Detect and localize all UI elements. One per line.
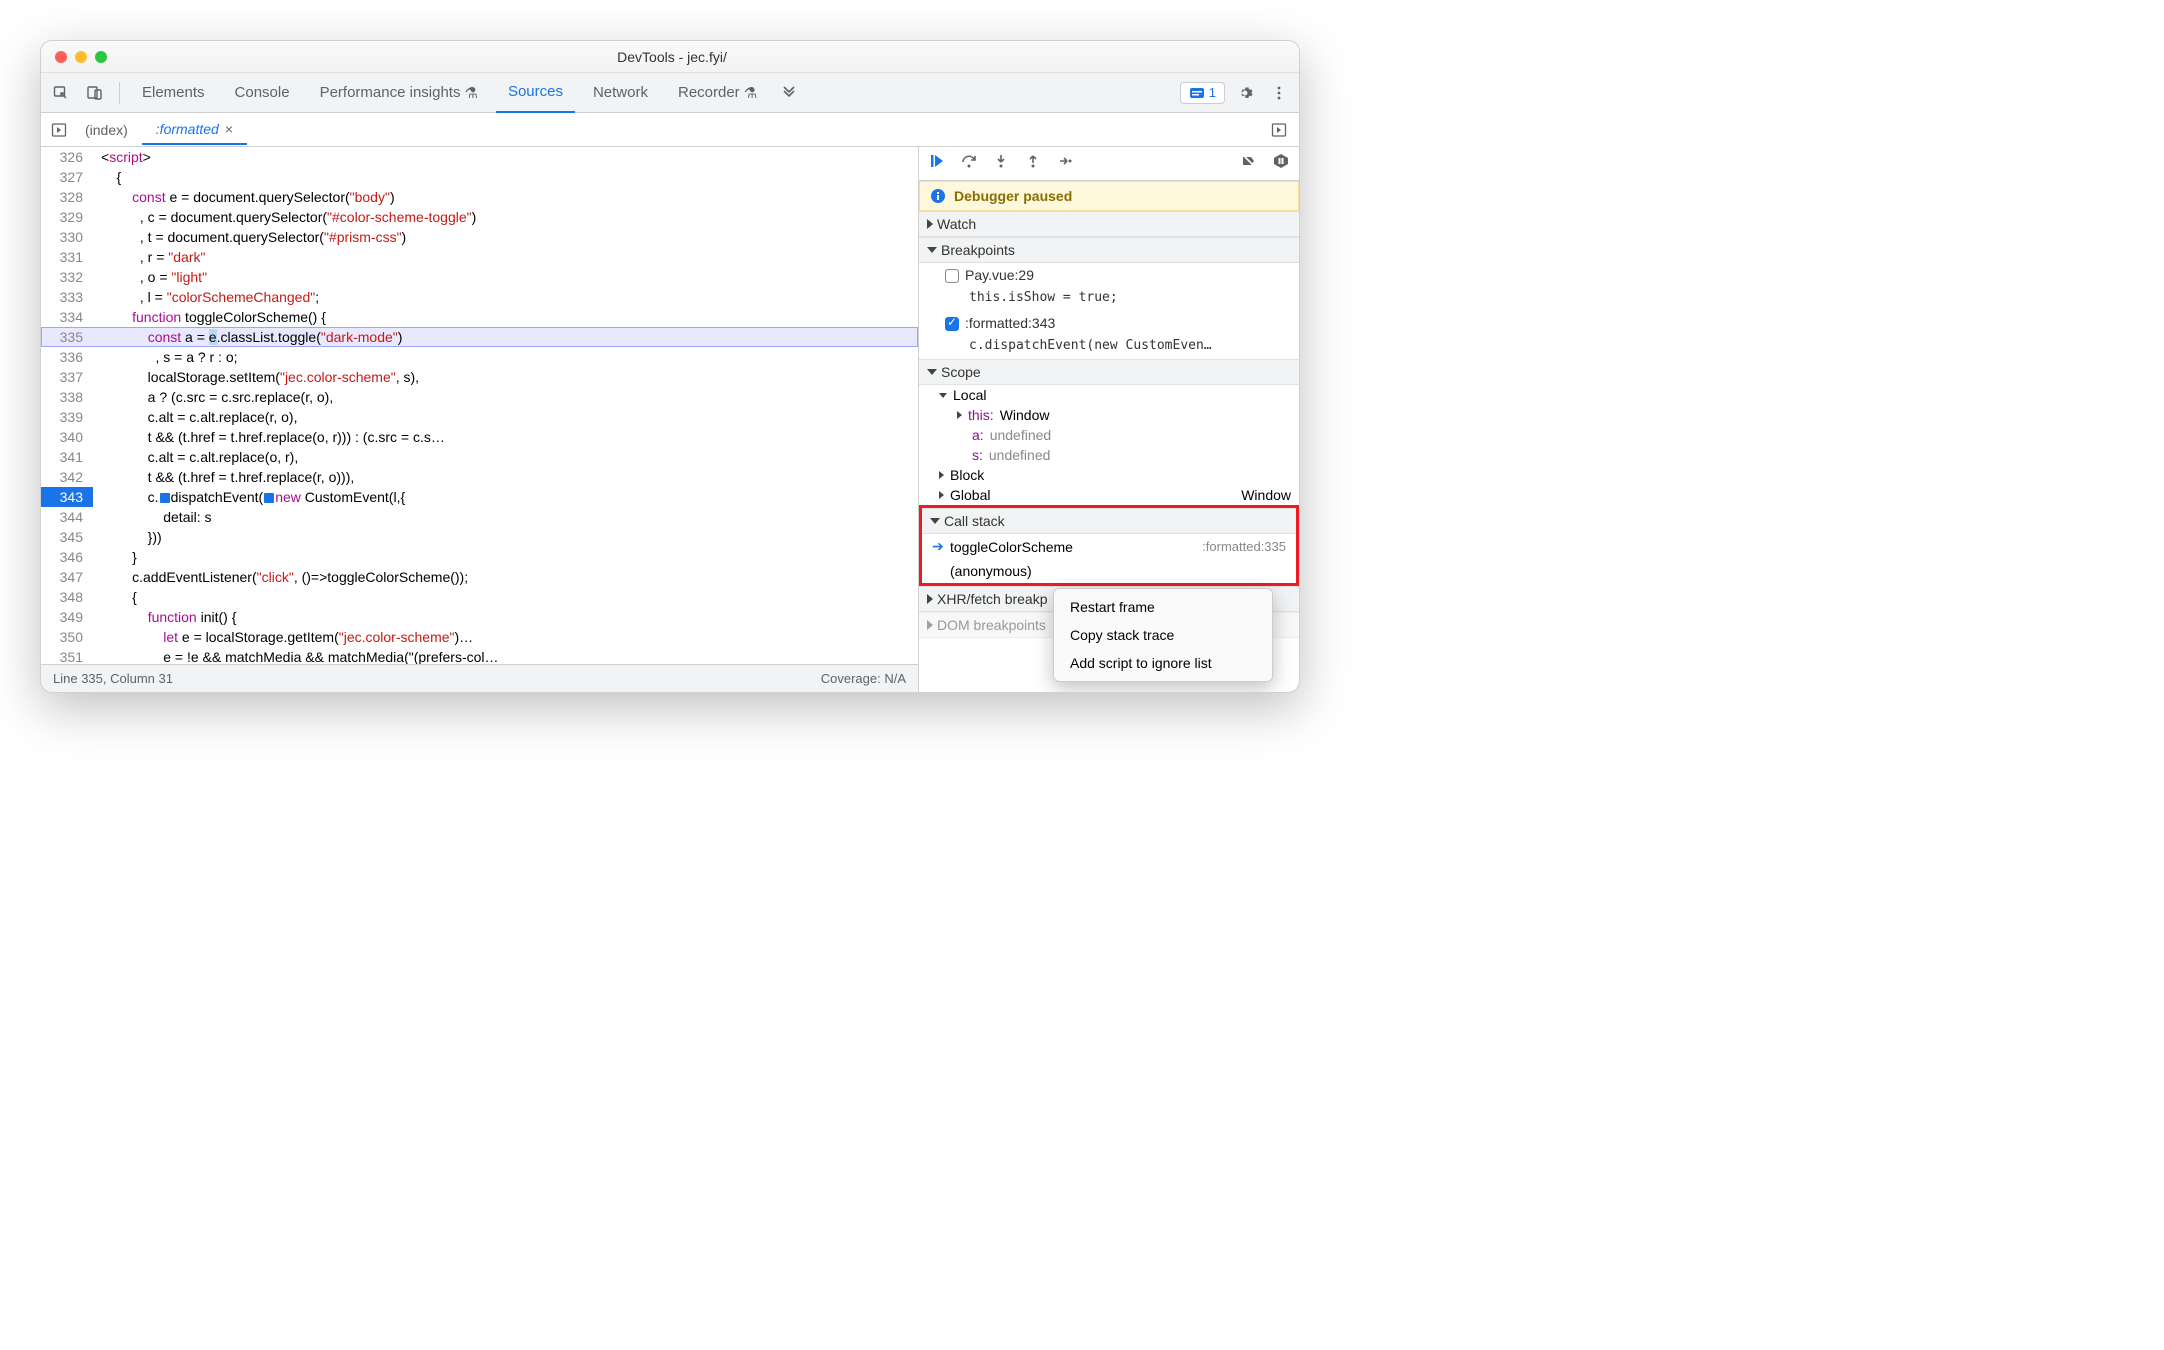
tab-performance-insights[interactable]: Performance insights ⚗ [308,73,490,113]
scope-this[interactable]: this: Window [919,405,1299,425]
debugger-paused-banner: Debugger paused [919,181,1299,211]
code-editor[interactable]: 326<script>327 {328 const e = document.q… [41,147,919,692]
tab-recorder[interactable]: Recorder ⚗ [666,73,769,113]
callstack-frame[interactable]: (anonymous) [922,559,1296,583]
code-area[interactable]: 326<script>327 {328 const e = document.q… [41,147,918,664]
cursor-position: Line 335, Column 31 [53,671,173,686]
navigator-toggle-icon[interactable] [47,116,71,144]
file-tabbar: (index) :formatted × [41,113,1299,147]
pause-on-exceptions-icon[interactable] [1273,153,1289,174]
callstack-frame[interactable]: ➔ toggleColorScheme :formatted:335 [922,534,1296,559]
scope-local[interactable]: Local [919,385,1299,405]
settings-icon[interactable] [1231,79,1259,107]
breakpoint-checkbox[interactable] [945,317,959,331]
step-icon[interactable] [1057,153,1073,174]
step-out-icon[interactable] [1025,153,1041,174]
flask-icon: ⚗ [744,84,757,102]
scope-var-a: a: undefined [919,425,1299,445]
inspect-element-icon[interactable] [47,79,75,107]
maximize-window-button[interactable] [95,51,107,63]
close-tab-icon[interactable]: × [225,121,233,137]
breakpoints-section[interactable]: Breakpoints [919,237,1299,263]
titlebar: DevTools - jec.fyi/ [41,41,1299,73]
scope-global[interactable]: GlobalWindow [919,485,1299,505]
close-window-button[interactable] [55,51,67,63]
flask-icon: ⚗ [464,84,477,102]
tab-elements[interactable]: Elements [130,73,217,113]
scope-var-s: s: undefined [919,445,1299,465]
step-over-icon[interactable] [961,153,977,174]
callstack-highlight-box: Call stack ➔ toggleColorScheme :formatte… [919,505,1299,586]
coverage-status: Coverage: N/A [821,671,906,686]
scope-block[interactable]: Block [919,465,1299,485]
issues-count: 1 [1209,85,1216,100]
filetab-index[interactable]: (index) [71,115,142,145]
resume-icon[interactable] [929,153,945,174]
context-menu: Restart frame Copy stack trace Add scrip… [1053,588,1273,682]
ctx-restart-frame[interactable]: Restart frame [1054,593,1272,621]
debugger-toolbar [919,147,1299,181]
scope-section[interactable]: Scope [919,359,1299,385]
callstack-section[interactable]: Call stack [922,508,1296,534]
main-tabbar: Elements Console Performance insights ⚗ … [41,73,1299,113]
traffic-lights [55,51,107,63]
devtools-window: DevTools - jec.fyi/ Elements Console Per… [40,40,1300,693]
tab-sources[interactable]: Sources [496,73,575,113]
breakpoint-snippet: this.isShow = true; [919,288,1299,311]
breakpoint-snippet: c.dispatchEvent(new CustomEven… [919,336,1299,359]
breakpoint-checkbox[interactable] [945,269,959,283]
ctx-add-ignore-list[interactable]: Add script to ignore list [1054,649,1272,677]
status-bar: Line 335, Column 31 Coverage: N/A [41,664,918,692]
issues-badge[interactable]: 1 [1180,82,1225,104]
tab-network[interactable]: Network [581,73,660,113]
device-toolbar-icon[interactable] [81,79,109,107]
current-frame-icon: ➔ [932,538,944,555]
step-into-icon[interactable] [993,153,1009,174]
breakpoint-item[interactable]: Pay.vue:29 [919,263,1299,288]
window-title: DevTools - jec.fyi/ [107,49,1237,65]
ctx-copy-stack-trace[interactable]: Copy stack trace [1054,621,1272,649]
filetab-formatted[interactable]: :formatted × [142,115,247,145]
debugger-side-toggle-icon[interactable] [1265,116,1293,144]
kebab-menu-icon[interactable] [1265,79,1293,107]
watch-section[interactable]: Watch [919,211,1299,237]
minimize-window-button[interactable] [75,51,87,63]
deactivate-breakpoints-icon[interactable] [1241,153,1257,174]
tab-console[interactable]: Console [223,73,302,113]
breakpoint-item[interactable]: :formatted:343 [919,311,1299,336]
more-tabs-icon[interactable] [775,79,803,107]
